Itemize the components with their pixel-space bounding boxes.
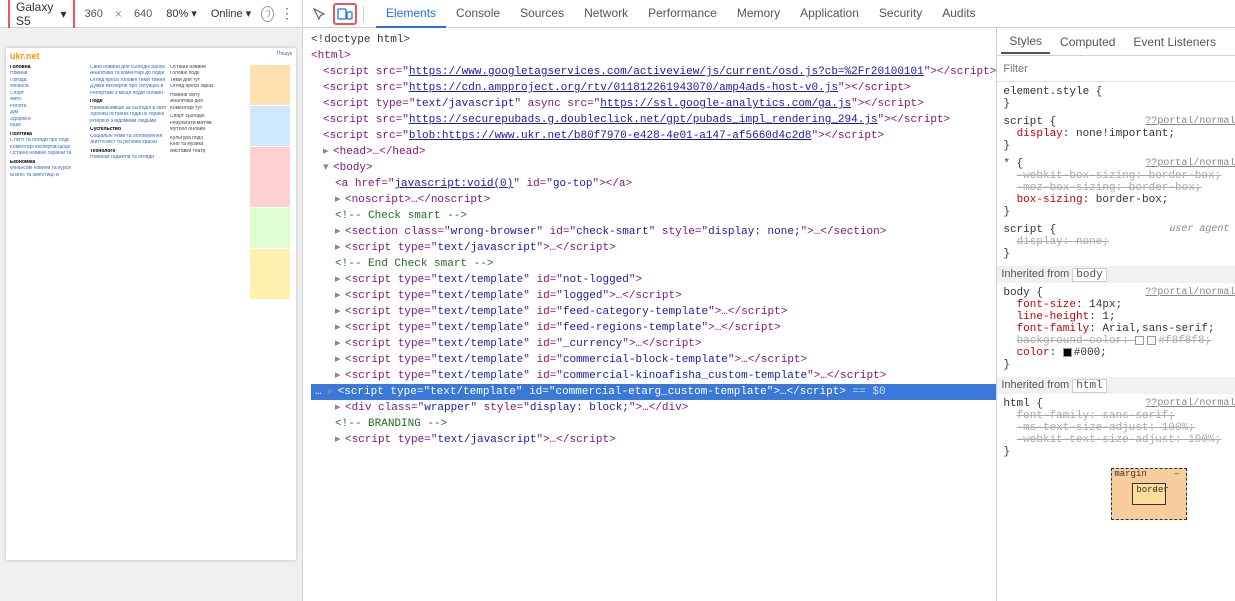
chevron-down-icon: ▾	[61, 7, 67, 21]
css-source-link[interactable]: ??portal/normal…tal/core.css:1	[1145, 116, 1235, 127]
tab-event-listeners[interactable]: Event Listeners	[1125, 31, 1224, 53]
device-select-label: Galaxy S5	[16, 0, 57, 28]
expand-icon[interactable]: ▸	[335, 192, 345, 208]
chevron-down-icon: ▾	[246, 7, 252, 20]
expand-icon[interactable]: ▸	[335, 304, 345, 320]
styles-rules[interactable]: element.style {} ??portal/normal…tal/cor…	[997, 82, 1235, 601]
expand-icon[interactable]: ▸	[335, 240, 345, 256]
devtools-toolbar: Elements Console Sources Network Perform…	[303, 0, 1235, 28]
devtools: Elements Console Sources Network Perform…	[303, 0, 1235, 601]
doctype: <!doctype html>	[311, 34, 410, 46]
mock-search: Пошук	[277, 52, 292, 58]
expand-icon[interactable]: ▸	[335, 336, 345, 352]
styles-panel: Styles Computed Event Listeners » :hov .…	[996, 28, 1235, 601]
expand-icon[interactable]: ▸	[335, 320, 345, 336]
expand-icon[interactable]: ▸	[335, 288, 345, 304]
divider	[363, 6, 364, 22]
inherited-from-html: Inherited from html	[997, 377, 1235, 394]
expand-icon[interactable]: ▸	[335, 432, 345, 448]
tab-computed[interactable]: Computed	[1052, 31, 1123, 53]
device-select[interactable]: Galaxy S5 ▾	[8, 0, 75, 32]
tab-security[interactable]: Security	[869, 0, 932, 28]
expand-icon[interactable]: ▸	[335, 400, 345, 416]
expand-icon[interactable]: ▸	[323, 144, 333, 160]
zoom-select[interactable]: 80% ▾	[162, 5, 201, 22]
expand-icon[interactable]: ▸	[335, 352, 345, 368]
selected-element[interactable]: …▸<script type="text/template" id="comme…	[311, 384, 996, 400]
styles-tabs: Styles Computed Event Listeners »	[997, 28, 1235, 56]
device-toolbar: Galaxy S5 ▾ 360 × 640 80% ▾ Online ▾ ⋮	[0, 0, 302, 28]
device-viewport: ukr.net Пошук ГоловнаНовиниПогодаФінанси…	[0, 28, 302, 601]
tab-performance[interactable]: Performance	[638, 0, 727, 28]
dim-separator: ×	[113, 7, 124, 21]
css-source-link[interactable]: ??portal/normal…tal/core.css:1	[1145, 158, 1235, 169]
viewport-height[interactable]: 640	[130, 6, 156, 22]
expand-icon[interactable]: ▸	[335, 224, 345, 240]
tab-network[interactable]: Network	[574, 0, 638, 28]
inherited-from-body: Inherited from body	[997, 266, 1235, 283]
collapse-icon[interactable]: ▾	[323, 160, 333, 176]
devtools-tabs: Elements Console Sources Network Perform…	[376, 0, 986, 28]
rotate-icon[interactable]	[261, 6, 274, 22]
expand-icon[interactable]: ▸	[335, 368, 345, 384]
mock-logo: ukr.net	[10, 51, 40, 61]
tab-console[interactable]: Console	[446, 0, 510, 28]
css-source-link[interactable]: ??portal/normal…tal/core.css:1	[1145, 398, 1235, 409]
zoom-value: 80%	[166, 8, 188, 20]
device-mode-icon[interactable]	[333, 3, 357, 25]
tab-elements[interactable]: Elements	[376, 0, 446, 28]
emulated-page[interactable]: ukr.net Пошук ГоловнаНовиниПогодаФінанси…	[6, 48, 296, 560]
css-source-link[interactable]: ??portal/normal…tal/core.css:1	[1145, 287, 1235, 298]
tab-application[interactable]: Application	[790, 0, 869, 28]
elements-tree[interactable]: <!doctype html> <html> <script src="http…	[303, 28, 996, 601]
expand-icon[interactable]: ▸	[335, 272, 345, 288]
viewport-width[interactable]: 360	[81, 6, 107, 22]
styles-filter-input[interactable]	[1003, 63, 1232, 75]
styles-filter-bar: :hov .cls +	[997, 56, 1235, 82]
chevron-down-icon: ▾	[191, 7, 197, 20]
network-select[interactable]: Online ▾	[207, 5, 255, 22]
device-panel: Galaxy S5 ▾ 360 × 640 80% ▾ Online ▾ ⋮ u…	[0, 0, 303, 601]
tab-sources[interactable]: Sources	[510, 0, 574, 28]
tab-memory[interactable]: Memory	[727, 0, 790, 28]
network-value: Online	[211, 8, 243, 20]
tab-styles[interactable]: Styles	[1001, 30, 1050, 54]
more-icon[interactable]: ⋮	[280, 5, 294, 22]
box-model: margin – border –	[1003, 468, 1235, 520]
tab-audits[interactable]: Audits	[932, 0, 985, 28]
inspect-icon[interactable]	[307, 3, 331, 25]
